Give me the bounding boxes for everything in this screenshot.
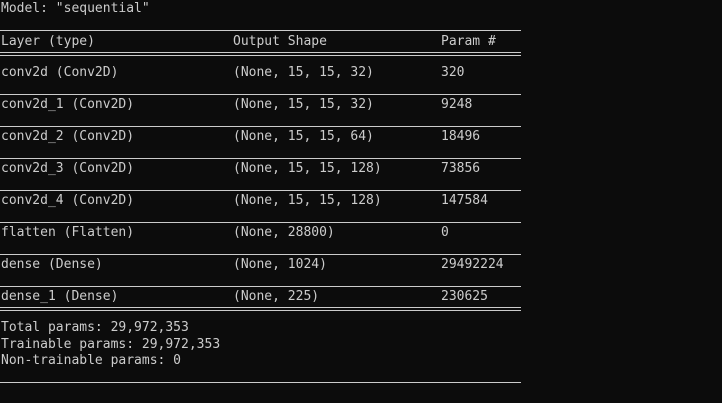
layer-name: dense (Dense) xyxy=(1,257,103,272)
row-divider xyxy=(0,158,521,159)
layer-name: conv2d_1 (Conv2D) xyxy=(1,97,135,112)
header-layer: Layer (type) xyxy=(1,34,95,49)
layer-shape: (None, 15, 15, 32) xyxy=(233,65,374,80)
layer-param: 230625 xyxy=(441,289,488,304)
top-divider xyxy=(0,30,521,31)
row-divider xyxy=(0,94,521,95)
row-divider xyxy=(0,254,521,255)
layer-shape: (None, 15, 15, 32) xyxy=(233,97,374,112)
table-header: Layer (type) Output Shape Param # xyxy=(0,34,522,50)
layer-param: 73856 xyxy=(441,161,481,176)
non-trainable-params: Non-trainable params: 0 xyxy=(1,353,182,368)
layer-name: conv2d_4 (Conv2D) xyxy=(1,193,135,208)
layer-param: 18496 xyxy=(441,129,481,144)
row-divider xyxy=(0,222,521,223)
layer-param: 320 xyxy=(441,65,465,80)
layer-name: conv2d_2 (Conv2D) xyxy=(1,129,135,144)
layer-shape: (None, 15, 15, 128) xyxy=(233,193,382,208)
layer-name: conv2d_3 (Conv2D) xyxy=(1,161,135,176)
layer-shape: (None, 15, 15, 64) xyxy=(233,129,374,144)
layer-shape: (None, 28800) xyxy=(233,225,335,240)
model-title: Model: "sequential" xyxy=(1,1,150,16)
table-row: dense (Dense) (None, 1024) 29492224 xyxy=(0,257,522,273)
header-double-divider xyxy=(0,52,521,56)
table-row: conv2d_2 (Conv2D) (None, 15, 15, 64) 184… xyxy=(0,129,522,145)
layer-param: 0 xyxy=(441,225,449,240)
row-divider xyxy=(0,286,521,287)
bottom-divider xyxy=(0,382,521,383)
terminal-window[interactable]: Model: "sequential" Layer (type) Output … xyxy=(0,0,722,403)
row-divider xyxy=(0,126,521,127)
layer-param: 29492224 xyxy=(441,257,504,272)
layer-shape: (None, 225) xyxy=(233,289,320,304)
layer-name: conv2d (Conv2D) xyxy=(1,65,119,80)
table-row: flatten (Flatten) (None, 28800) 0 xyxy=(0,225,522,241)
header-param: Param # xyxy=(441,34,496,49)
table-row: conv2d_4 (Conv2D) (None, 15, 15, 128) 14… xyxy=(0,193,522,209)
trainable-params: Trainable params: 29,972,353 xyxy=(1,337,221,352)
layer-name: flatten (Flatten) xyxy=(1,225,135,240)
table-row: conv2d_1 (Conv2D) (None, 15, 15, 32) 924… xyxy=(0,97,522,113)
layer-shape: (None, 15, 15, 128) xyxy=(233,161,382,176)
row-divider xyxy=(0,190,521,191)
layer-name: dense_1 (Dense) xyxy=(1,289,119,304)
layer-shape: (None, 1024) xyxy=(233,257,327,272)
table-row: conv2d_3 (Conv2D) (None, 15, 15, 128) 73… xyxy=(0,161,522,177)
table-row: dense_1 (Dense) (None, 225) 230625 xyxy=(0,289,522,305)
layer-param: 147584 xyxy=(441,193,488,208)
footer-double-divider xyxy=(0,307,521,311)
header-output-shape: Output Shape xyxy=(233,34,327,49)
layer-param: 9248 xyxy=(441,97,473,112)
total-params: Total params: 29,972,353 xyxy=(1,320,189,335)
table-row: conv2d (Conv2D) (None, 15, 15, 32) 320 xyxy=(0,65,522,81)
